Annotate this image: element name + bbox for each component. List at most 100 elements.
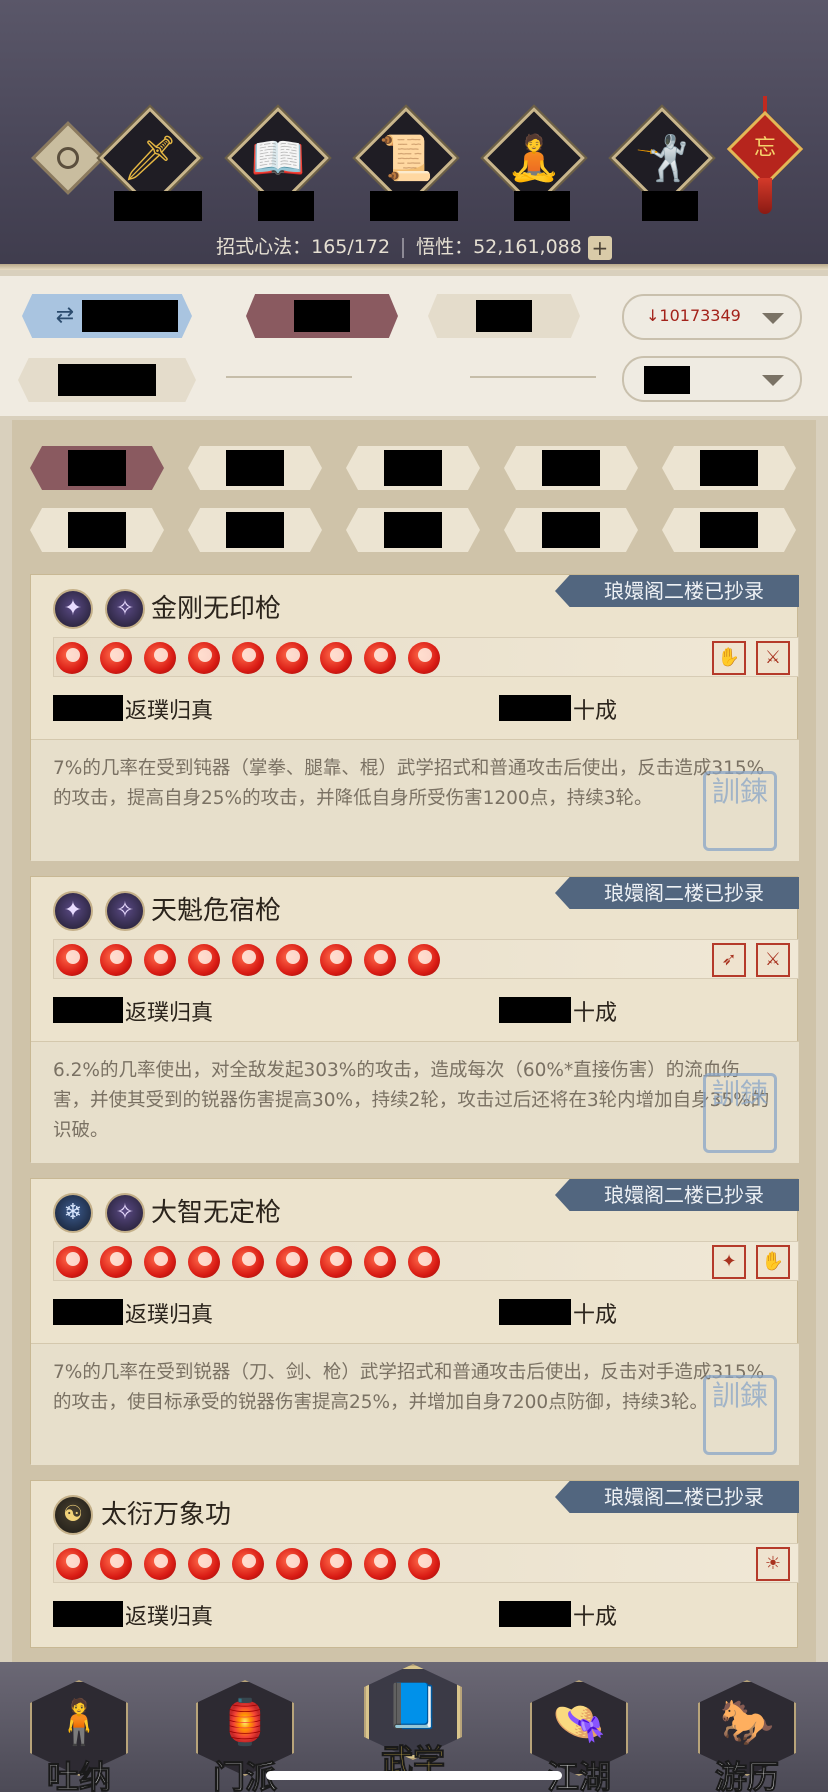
category-label-redacted	[642, 191, 698, 221]
flame-icon	[188, 1246, 220, 1278]
flame-icon	[56, 1246, 88, 1278]
flame-icon	[276, 1548, 308, 1580]
secondary-dropdown[interactable]	[622, 356, 802, 402]
flame-icon	[188, 1548, 220, 1580]
skill-card[interactable]: 琅嬛阁二楼已抄录 ✦ ✧ 金刚无印枪 ✋ ⚔ 返璞归真 十成 7%的几率在受到钝…	[30, 574, 799, 861]
skill-title: 大智无定枪	[151, 1198, 282, 1228]
eye-toggle-button[interactable]	[31, 121, 105, 195]
realm-text: 返璞归真	[125, 1001, 214, 1026]
sun-badge-icon[interactable]: ☀	[756, 1547, 790, 1581]
skill-description: 6.2%的几率使出，对全敌发起303%的攻击，造成每次（60%*直接伤害）的流血…	[31, 1041, 799, 1163]
flame-icon	[320, 642, 352, 674]
tag-filter-button[interactable]	[188, 446, 322, 490]
category-book-button[interactable]: 📖	[227, 107, 329, 209]
chevron-down-icon	[762, 375, 784, 386]
flame-icon	[276, 642, 308, 674]
flame-icon	[188, 944, 220, 976]
tassel-icon	[758, 178, 772, 214]
tag-filter-button[interactable]	[30, 446, 164, 490]
stats-bar: 招式心法：165/172 悟性：52,161,088 +	[0, 232, 828, 260]
tag-filter-button[interactable]	[662, 446, 796, 490]
flame-icon	[364, 1246, 396, 1278]
grade-text: 十成	[573, 1303, 618, 1328]
flame-icon	[408, 642, 440, 674]
skill-card[interactable]: 琅嬛阁二楼已抄录 ✦ ✧ 天魁危宿枪 ➶ ⚔ 返璞归真 十成 6.2%的几率使出…	[30, 876, 799, 1163]
flame-icon	[276, 944, 308, 976]
tag-filter-button[interactable]	[30, 508, 164, 552]
realm-text: 返璞归真	[125, 699, 214, 724]
realm-text: 返璞归真	[125, 1303, 214, 1328]
copied-banner: 琅嬛阁二楼已抄录	[555, 1179, 799, 1211]
flame-icon	[100, 642, 132, 674]
skill-description: 7%的几率在受到钝器（掌拳、腿靠、棍）武学招式和普通攻击后使出，反击造成315%…	[31, 739, 799, 861]
element-orb-icon: ✦	[53, 589, 93, 629]
flame-icon	[232, 1548, 264, 1580]
flame-icon	[320, 1246, 352, 1278]
home-indicator[interactable]	[266, 1771, 562, 1780]
nav-martial-arts[interactable]: 📘 武学	[358, 1656, 468, 1781]
flame-icon	[320, 944, 352, 976]
arrow-badge-icon[interactable]: ➶	[712, 943, 746, 977]
rank-flames: ➶ ⚔	[53, 939, 799, 979]
sort-dropdown[interactable]: ↓10173349	[622, 294, 802, 340]
flame-icon	[100, 1548, 132, 1580]
category-label-redacted	[258, 191, 314, 221]
grade-text: 十成	[573, 1605, 618, 1630]
tag-filter-button[interactable]	[504, 508, 638, 552]
filter-button[interactable]	[428, 294, 580, 338]
category-stance-button[interactable]: 🤺	[611, 107, 713, 209]
flame-icon	[364, 642, 396, 674]
copied-banner: 琅嬛阁二楼已抄录	[555, 877, 799, 909]
eye-icon	[57, 147, 79, 169]
fist-badge-icon[interactable]: ✋	[712, 641, 746, 675]
grade-text: 十成	[573, 699, 618, 724]
nav-label: 吐纳	[46, 1758, 111, 1792]
star-badge-icon[interactable]: ✦	[712, 1245, 746, 1279]
tag-filter-button[interactable]	[346, 446, 480, 490]
rank-flames: ✦ ✋	[53, 1241, 799, 1281]
spear-orb-icon: ✧	[105, 1193, 145, 1233]
swap-icon: ⇄	[55, 303, 75, 328]
filter-button[interactable]	[18, 358, 196, 402]
seal-stamp: 訓鍊	[703, 1073, 777, 1153]
flame-icon	[364, 944, 396, 976]
flame-icon	[56, 1548, 88, 1580]
add-comprehension-button[interactable]: +	[587, 235, 612, 260]
flame-icon	[232, 642, 264, 674]
frost-orb-icon: ❄	[53, 1193, 93, 1233]
sect-banners-icon: 🏮	[217, 1697, 273, 1748]
category-label-redacted	[114, 191, 202, 221]
skill-card[interactable]: 琅嬛阁二楼已抄录 ❄ ✧ 大智无定枪 ✦ ✋ 返璞归真 十成 7%的几率在受到锐…	[30, 1178, 799, 1465]
flame-icon	[56, 944, 88, 976]
fist-badge-icon[interactable]: ✋	[756, 1245, 790, 1279]
tag-filter-button[interactable]	[188, 508, 322, 552]
weapon-badge-icon[interactable]: ⚔	[756, 641, 790, 675]
skill-card[interactable]: 琅嬛阁二楼已抄录 ☯ 太衍万象功 ☀ 返璞归真 十成	[30, 1480, 799, 1648]
charm-button[interactable]: 忘	[726, 110, 804, 188]
category-sword-button[interactable]: 🗡	[99, 107, 201, 209]
tag-filter-button[interactable]	[504, 446, 638, 490]
seal-stamp: 訓鍊	[703, 1375, 777, 1455]
category-meditation-button[interactable]: 🧘	[483, 107, 585, 209]
flame-icon	[408, 944, 440, 976]
rank-flames: ☀	[53, 1543, 799, 1583]
filter-button[interactable]	[246, 294, 398, 338]
sort-value: ↓10173349	[646, 306, 741, 325]
ox-orb-icon: ☯	[53, 1495, 93, 1535]
techniques-count: 招式心法：165/172	[216, 236, 391, 258]
nav-travel[interactable]: 🐎 游历	[692, 1672, 802, 1792]
category-label-redacted	[370, 191, 458, 221]
flame-icon	[276, 1246, 308, 1278]
weapon-badge-icon[interactable]: ⚔	[756, 943, 790, 977]
seal-stamp: 訓鍊	[703, 771, 777, 851]
copied-banner: 琅嬛阁二楼已抄录	[555, 575, 799, 607]
flame-icon	[100, 944, 132, 976]
tag-filter-button[interactable]	[346, 508, 480, 552]
category-scroll-button[interactable]: 📜	[355, 107, 457, 209]
meditating-figure-icon: 🧍	[51, 1697, 107, 1748]
swap-filter-button[interactable]: ⇄	[22, 294, 192, 338]
skill-title: 天魁危宿枪	[151, 896, 282, 926]
tag-filter-button[interactable]	[662, 508, 796, 552]
rank-flames: ✋ ⚔	[53, 637, 799, 677]
nav-tuna[interactable]: 🧍 吐纳	[24, 1672, 134, 1792]
